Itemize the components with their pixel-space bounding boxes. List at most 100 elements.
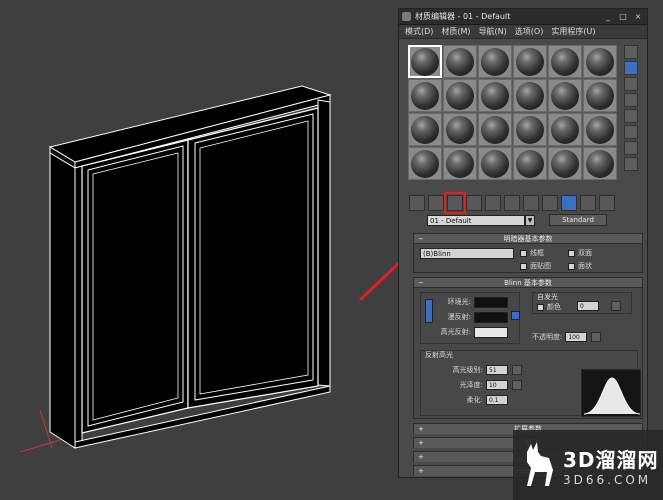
video-color-check-icon[interactable] — [624, 109, 638, 123]
shader-select[interactable]: (B)Blinn — [420, 248, 514, 259]
close-button[interactable]: × — [632, 12, 644, 22]
sample-slot[interactable] — [548, 45, 582, 78]
titlebar: 材质编辑器 - 01 - Default _ □ × — [399, 9, 647, 25]
expand-icon: + — [418, 439, 424, 447]
sample-slot[interactable] — [443, 79, 477, 112]
glossiness-spinner[interactable]: 10 — [486, 380, 508, 390]
assign-material-to-selection-icon[interactable] — [444, 192, 466, 214]
sample-slot[interactable] — [583, 79, 617, 112]
menu-navigation[interactable]: 导航(N) — [475, 26, 511, 37]
wire-checkbox[interactable]: 线框 — [520, 248, 568, 258]
make-preview-icon[interactable] — [624, 125, 638, 139]
background-icon[interactable] — [624, 77, 638, 91]
spec-level-row: 高光级别: 51 — [439, 363, 522, 377]
self-illum-label: 自发光 — [537, 293, 558, 301]
get-material-icon[interactable] — [409, 195, 425, 211]
bottom-toolbar — [409, 192, 615, 214]
watermark-text: 3D溜溜网 3D66.COM — [563, 444, 659, 487]
opacity-spinner[interactable]: 100 — [565, 332, 588, 342]
sample-sphere — [586, 47, 614, 76]
maximize-button[interactable]: □ — [617, 12, 629, 22]
go-to-parent-icon[interactable] — [580, 195, 596, 211]
sample-sphere — [481, 47, 509, 76]
menu-mode[interactable]: 模式(D) — [401, 26, 437, 37]
self-illum-color-checkbox[interactable]: 颜色 — [537, 302, 561, 312]
sample-slot[interactable] — [583, 113, 617, 146]
sample-slot[interactable] — [513, 45, 547, 78]
two-sided-checkbox[interactable]: 双面 — [568, 248, 616, 258]
sample-type-icon[interactable] — [624, 45, 638, 59]
sample-slot[interactable] — [548, 113, 582, 146]
sample-slot[interactable] — [478, 79, 512, 112]
sample-slot[interactable] — [478, 45, 512, 78]
spec-level-map-button[interactable] — [512, 365, 522, 375]
faceted-checkbox[interactable]: 面状 — [568, 261, 616, 271]
self-illum-map-button[interactable] — [611, 301, 621, 311]
diffuse-map-button[interactable] — [511, 311, 520, 320]
sample-slot[interactable] — [513, 147, 547, 180]
sample-slot[interactable] — [408, 147, 442, 180]
select-by-material-icon[interactable] — [624, 157, 638, 171]
backlight-icon[interactable] — [624, 61, 638, 75]
shader-rollout-header[interactable]: − 明暗器基本参数 — [414, 234, 642, 244]
ambient-label: 环境光: — [447, 298, 471, 306]
put-to-scene-icon[interactable] — [428, 195, 444, 211]
specular-highlights-label: 反射高光 — [425, 351, 453, 359]
sample-slot[interactable] — [583, 147, 617, 180]
material-id-icon[interactable] — [523, 195, 539, 211]
reset-map-icon[interactable] — [466, 195, 482, 211]
go-forward-sibling-icon[interactable] — [599, 195, 615, 211]
shader-rollout-title: 明暗器基本参数 — [503, 235, 553, 243]
two-sided-label: 双面 — [578, 249, 592, 257]
sample-slot[interactable] — [408, 113, 442, 146]
shader-basic-params-rollout: − 明暗器基本参数 (B)Blinn 线框 双面 面贴图 面状 — [413, 233, 643, 273]
checkbox-box — [520, 249, 527, 257]
collapse-icon: − — [418, 235, 424, 243]
glossiness-map-button[interactable] — [512, 380, 522, 390]
material-editor-window[interactable]: 材质编辑器 - 01 - Default _ □ × 模式(D) 材质(M) 导… — [398, 8, 648, 478]
show-map-icon[interactable] — [542, 195, 558, 211]
menu-utilities[interactable]: 实用程序(U) — [547, 26, 599, 37]
put-to-library-icon[interactable] — [504, 195, 520, 211]
ambient-swatch[interactable] — [474, 296, 508, 308]
sample-sphere — [411, 149, 439, 178]
sample-sphere — [481, 81, 509, 110]
sample-sphere — [516, 47, 544, 76]
menu-options[interactable]: 选项(O) — [511, 26, 548, 37]
material-name-row: 01 - Default ▼ Standard — [427, 213, 645, 227]
spec-level-spinner[interactable]: 51 — [486, 365, 508, 375]
lock-icon[interactable] — [425, 299, 433, 323]
checkbox-box — [520, 262, 527, 270]
self-illum-group: 自发光 颜色 0 — [532, 292, 632, 314]
uv-tiling-icon[interactable] — [624, 93, 638, 107]
options-icon[interactable] — [624, 141, 638, 155]
sample-sphere — [551, 47, 579, 76]
sample-slot[interactable] — [443, 45, 477, 78]
show-end-result-icon[interactable] — [561, 195, 577, 211]
sample-slot[interactable] — [408, 79, 442, 112]
specular-swatch[interactable] — [474, 326, 508, 338]
menu-material[interactable]: 材质(M) — [437, 26, 474, 37]
opacity-map-button[interactable] — [591, 332, 602, 342]
sample-slot[interactable] — [548, 147, 582, 180]
sample-slot[interactable] — [478, 113, 512, 146]
minimize-button[interactable]: _ — [602, 12, 614, 22]
sample-slot[interactable] — [408, 45, 442, 78]
material-type-button[interactable]: Standard — [549, 214, 607, 226]
sample-slot[interactable] — [548, 79, 582, 112]
face-map-checkbox[interactable]: 面贴图 — [520, 261, 568, 271]
sample-slot[interactable] — [443, 113, 477, 146]
self-illum-spinner[interactable]: 0 — [577, 301, 599, 311]
make-unique-icon[interactable] — [485, 195, 501, 211]
chevron-down-icon[interactable]: ▼ — [525, 214, 535, 226]
sample-slot[interactable] — [583, 45, 617, 78]
sample-slot[interactable] — [443, 147, 477, 180]
diffuse-swatch[interactable] — [474, 311, 508, 323]
soften-spinner[interactable]: 0.1 — [486, 395, 508, 405]
sample-slot[interactable] — [478, 147, 512, 180]
sample-slot[interactable] — [513, 79, 547, 112]
ambient-row: 环境光: — [435, 295, 508, 309]
blinn-rollout-header[interactable]: − Blinn 基本参数 — [414, 278, 642, 288]
sample-slot[interactable] — [513, 113, 547, 146]
material-name-field[interactable]: 01 - Default — [427, 214, 525, 226]
